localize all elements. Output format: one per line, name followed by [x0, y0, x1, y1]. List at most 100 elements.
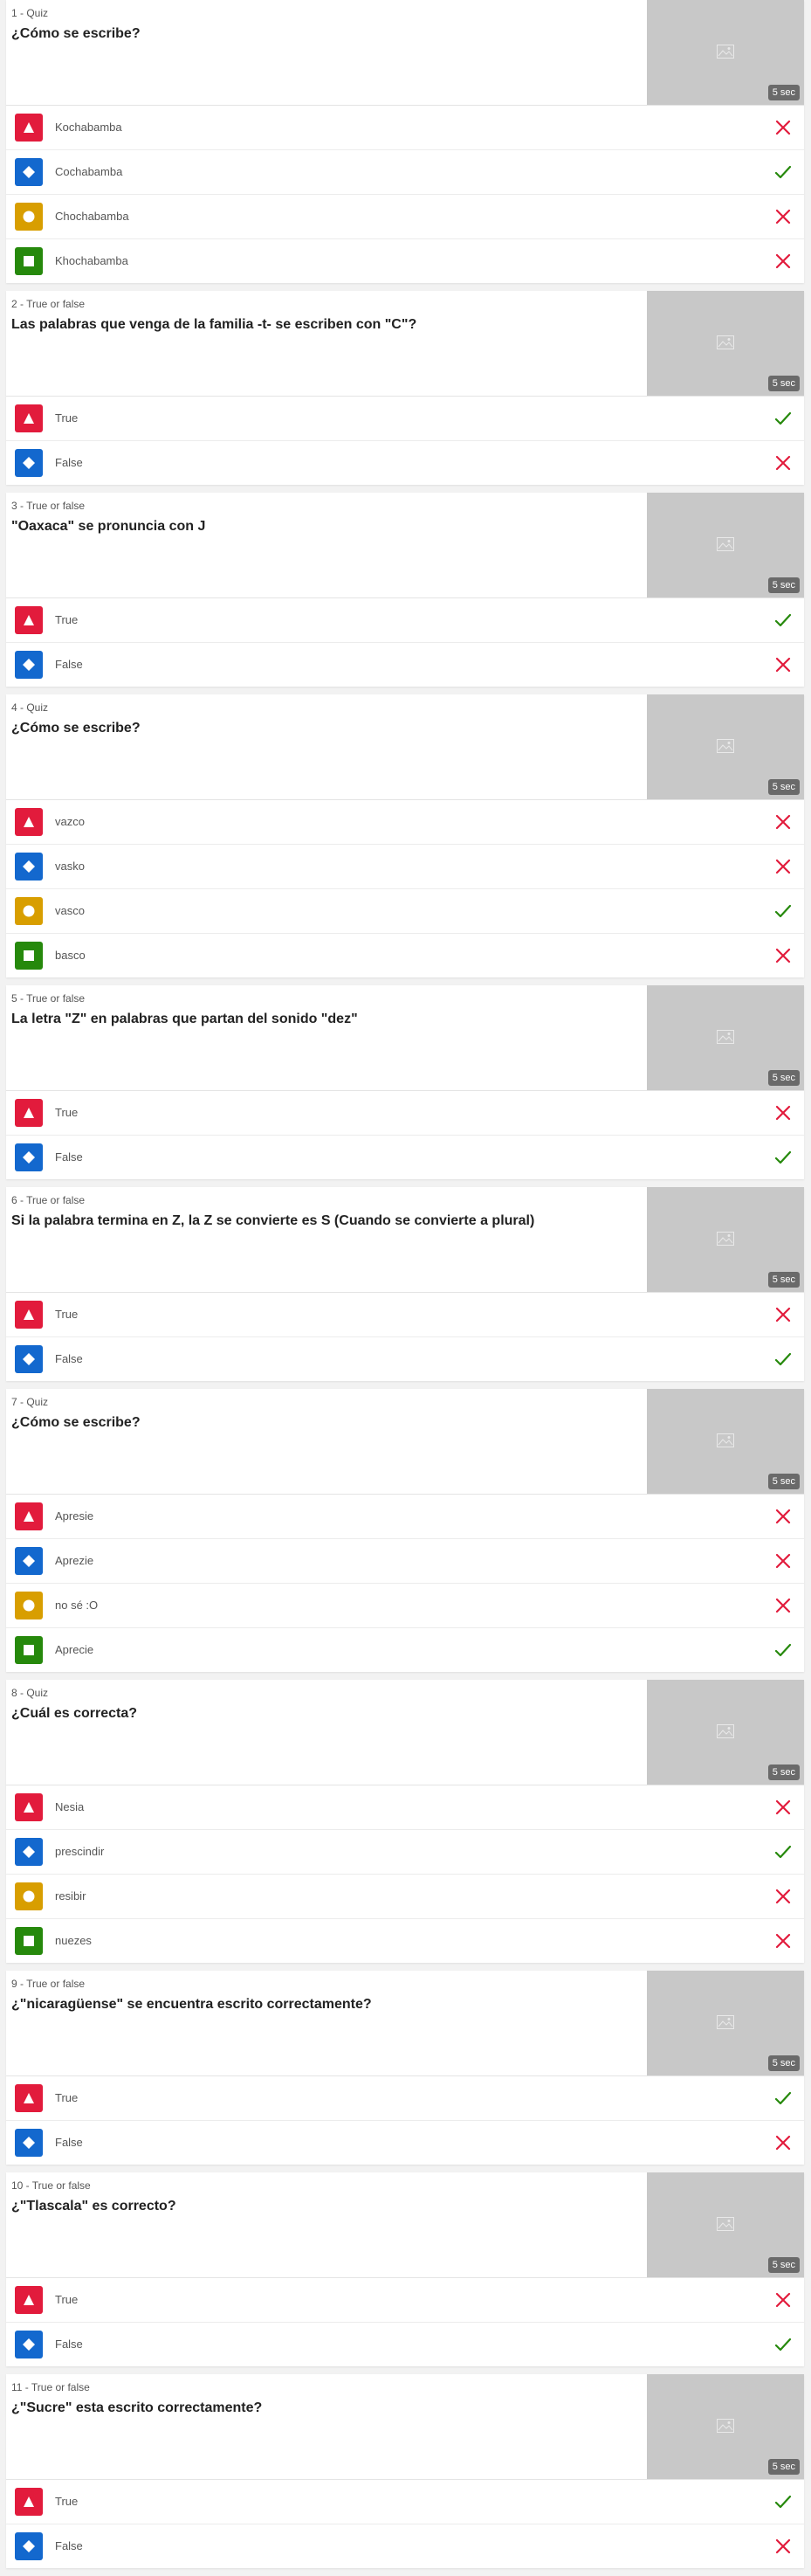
- diamond-icon: [15, 1547, 43, 1575]
- check-icon: [774, 163, 792, 181]
- question-card[interactable]: 4 - Quiz ¿Cómo se escribe? 5 sec vazco vasko…: [6, 694, 804, 977]
- triangle-icon: [15, 404, 43, 432]
- answer-text: True: [55, 2293, 79, 2306]
- cross-icon: [774, 2538, 792, 2555]
- diamond-icon: [15, 2532, 43, 2560]
- question-header: 10 - True or false ¿"Tlascala" es correct…: [6, 2172, 804, 2278]
- question-header: 1 - Quiz ¿Cómo se escribe? 5 sec: [6, 0, 804, 106]
- question-image[interactable]: 5 sec: [647, 985, 804, 1090]
- check-icon: [774, 1350, 792, 1368]
- question-card[interactable]: 1 - Quiz ¿Cómo se escribe? 5 sec Kochabamba…: [6, 0, 804, 283]
- answer-text: Cochabamba: [55, 165, 123, 178]
- answer-row: True: [6, 598, 804, 643]
- time-limit-badge: 5 sec: [767, 1272, 800, 1288]
- answer-text: False: [55, 1150, 83, 1164]
- question-type-label: 6 - True or false: [11, 1194, 86, 1206]
- answer-row: True: [6, 2076, 804, 2121]
- answer-text: prescindir: [55, 1845, 105, 1858]
- answer-text: False: [55, 456, 83, 469]
- answer-row: Nesia: [6, 1785, 804, 1830]
- triangle-icon: [15, 114, 43, 142]
- question-image[interactable]: 5 sec: [647, 291, 804, 396]
- check-icon: [774, 2336, 792, 2353]
- circle-icon: [15, 1882, 43, 1910]
- question-card[interactable]: 7 - Quiz ¿Cómo se escribe? 5 sec Apresie Apr…: [6, 1389, 804, 1672]
- triangle-icon: [15, 2084, 43, 2112]
- answer-text: True: [55, 2091, 79, 2104]
- answer-row: Aprezie: [6, 1539, 804, 1584]
- cross-icon: [774, 813, 792, 831]
- answer-text: True: [55, 613, 79, 626]
- question-image[interactable]: 5 sec: [647, 2374, 804, 2479]
- question-card[interactable]: 9 - True or false ¿"nicaragüense" se encu…: [6, 1971, 804, 2165]
- circle-icon: [15, 203, 43, 231]
- cross-icon: [774, 1306, 792, 1323]
- answer-row: Apresie: [6, 1495, 804, 1539]
- question-title: ¿Cuál es correcta?: [11, 1706, 138, 1721]
- question-image[interactable]: 5 sec: [647, 0, 804, 105]
- question-image[interactable]: 5 sec: [647, 1971, 804, 2075]
- question-title: La letra "Z" en palabras que partan del …: [11, 1012, 358, 1026]
- question-card[interactable]: 5 - True or false La letra "Z" en palabra…: [6, 985, 804, 1179]
- time-limit-badge: 5 sec: [767, 1765, 800, 1780]
- answer-row: Cochabamba: [6, 150, 804, 195]
- time-limit-badge: 5 sec: [767, 2055, 800, 2071]
- diamond-icon: [15, 651, 43, 679]
- question-image[interactable]: 5 sec: [647, 1680, 804, 1785]
- diamond-icon: [15, 158, 43, 186]
- answer-text: Aprecie: [55, 1643, 94, 1656]
- answer-text: Aprezie: [55, 1554, 94, 1567]
- cross-icon: [774, 858, 792, 875]
- cross-icon: [774, 252, 792, 270]
- question-type-label: 4 - Quiz: [11, 701, 49, 714]
- answer-row: Kochabamba: [6, 106, 804, 150]
- time-limit-badge: 5 sec: [767, 779, 800, 795]
- answer-row: True: [6, 1091, 804, 1136]
- question-header: 6 - True or false Si la palabra termina e…: [6, 1187, 804, 1293]
- question-type-label: 9 - True or false: [11, 1978, 86, 1990]
- diamond-icon: [15, 1143, 43, 1171]
- check-icon: [774, 1843, 792, 1861]
- question-header: 7 - Quiz ¿Cómo se escribe? 5 sec: [6, 1389, 804, 1495]
- answer-text: False: [55, 2338, 83, 2351]
- question-header: 5 - True or false La letra "Z" en palabra…: [6, 985, 804, 1091]
- question-image[interactable]: 5 sec: [647, 2172, 804, 2277]
- answer-row: False: [6, 2121, 804, 2165]
- question-card[interactable]: 3 - True or false "Oaxaca" se pronuncia c…: [6, 493, 804, 687]
- answer-row: False: [6, 643, 804, 687]
- answer-row: True: [6, 397, 804, 441]
- question-card[interactable]: 2 - True or false Las palabras que venga …: [6, 291, 804, 485]
- answer-row: prescindir: [6, 1830, 804, 1875]
- cross-icon: [774, 1597, 792, 1614]
- question-type-label: 10 - True or false: [11, 2179, 91, 2192]
- question-image[interactable]: 5 sec: [647, 1187, 804, 1292]
- question-card[interactable]: 8 - Quiz ¿Cuál es correcta? 5 sec Nesia pres…: [6, 1680, 804, 1963]
- answer-text: no sé :O: [55, 1599, 99, 1612]
- diamond-icon: [15, 2331, 43, 2358]
- answer-text: basco: [55, 949, 86, 962]
- question-card[interactable]: 6 - True or false Si la palabra termina e…: [6, 1187, 804, 1381]
- diamond-icon: [15, 853, 43, 881]
- square-icon: [15, 1636, 43, 1664]
- question-image[interactable]: 5 sec: [647, 1389, 804, 1494]
- answer-row: Aprecie: [6, 1628, 804, 1672]
- answer-text: Chochabamba: [55, 210, 129, 223]
- check-icon: [774, 1149, 792, 1166]
- triangle-icon: [15, 2488, 43, 2516]
- image-placeholder-icon: [717, 2217, 734, 2231]
- circle-icon: [15, 1592, 43, 1619]
- question-image[interactable]: 5 sec: [647, 694, 804, 799]
- question-image[interactable]: 5 sec: [647, 493, 804, 597]
- question-card[interactable]: 10 - True or false ¿"Tlascala" es correct…: [6, 2172, 804, 2366]
- answer-row: False: [6, 2524, 804, 2568]
- answer-text: True: [55, 1106, 79, 1119]
- answer-row: False: [6, 1337, 804, 1381]
- question-card[interactable]: 11 - True or false ¿"Sucre" esta escrito …: [6, 2374, 804, 2568]
- question-title: ¿Cómo se escribe?: [11, 26, 141, 41]
- triangle-icon: [15, 808, 43, 836]
- image-placeholder-icon: [717, 1433, 734, 1447]
- question-title: ¿"nicaragüense" se encuentra escrito cor…: [11, 1997, 372, 2012]
- diamond-icon: [15, 1838, 43, 1866]
- answer-text: True: [55, 2495, 79, 2508]
- cross-icon: [774, 2291, 792, 2309]
